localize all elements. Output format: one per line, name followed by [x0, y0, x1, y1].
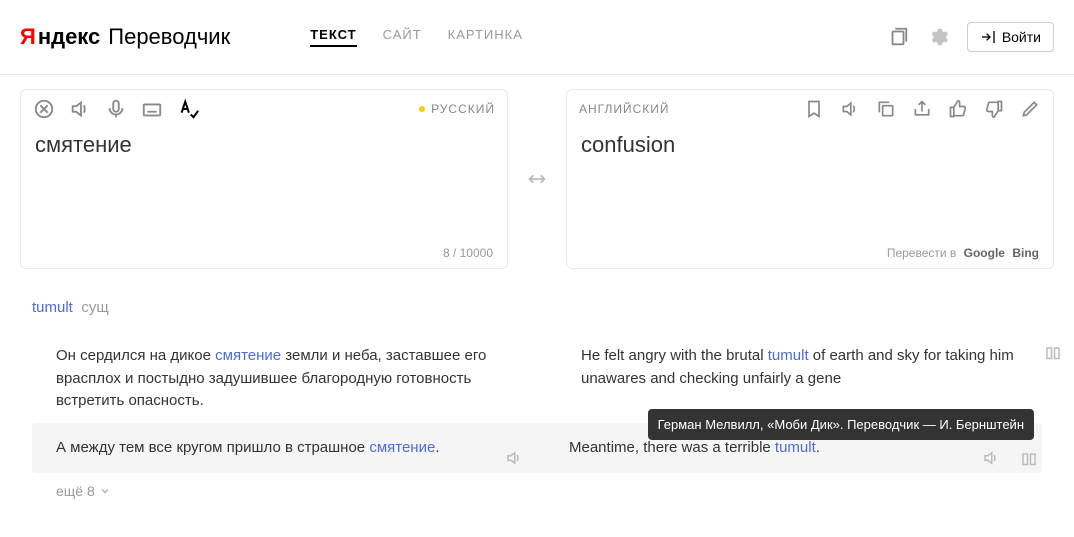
spellcheck-icon[interactable]	[177, 98, 199, 120]
logo-sub: Переводчик	[108, 24, 230, 50]
dict-head: tumult сущ	[32, 299, 1042, 317]
ext-label: Перевести в	[887, 246, 956, 260]
keyword: tumult	[775, 439, 816, 456]
mode-tabs: ТЕКСТ САЙТ КАРТИНКА	[310, 27, 523, 47]
thumbs-down-icon[interactable]	[983, 98, 1005, 120]
source-input[interactable]: смятение	[21, 128, 507, 172]
dict-headword[interactable]: tumult	[32, 299, 73, 316]
examples: Он сердился на дикое смятение земли и не…	[32, 335, 1042, 499]
dict-pos: сущ	[81, 299, 108, 316]
bing-link[interactable]: Bing	[1012, 246, 1039, 260]
source-lang-label: РУССКИЙ	[431, 102, 495, 116]
source-tooltip: Герман Мелвилл, «Моби Дик». Переводчик —…	[648, 409, 1034, 441]
google-link[interactable]: Google	[964, 246, 1005, 260]
microphone-icon[interactable]	[105, 98, 127, 120]
edit-icon[interactable]	[1019, 98, 1041, 120]
external-links: Перевести в Google Bing	[887, 246, 1039, 260]
example-target: He felt angry with the brutal tumult of …	[557, 345, 1042, 413]
book-icon[interactable]	[1044, 345, 1062, 363]
char-counter: 8 / 10000	[443, 246, 493, 260]
auto-detect-dot	[419, 106, 425, 112]
clear-icon[interactable]	[33, 98, 55, 120]
tab-image[interactable]: КАРТИНКА	[448, 27, 523, 47]
source-pane: РУССКИЙ смятение 8 / 10000	[20, 89, 508, 269]
target-toolbar: АНГЛИЙСКИЙ	[567, 90, 1053, 128]
example-target: Meantime, there was a terrible tumult. Г…	[557, 437, 1030, 460]
collections-icon[interactable]	[887, 26, 909, 48]
logo-rest: ндекс	[38, 24, 100, 50]
chevron-down-icon	[99, 485, 111, 497]
copy-icon[interactable]	[875, 98, 897, 120]
show-more-button[interactable]: ещё 8	[56, 483, 1042, 499]
share-icon[interactable]	[911, 98, 933, 120]
app-header: Яндекс Переводчик ТЕКСТ САЙТ КАРТИНКА Во…	[0, 0, 1074, 75]
target-output: confusion	[567, 128, 1053, 172]
target-pane: АНГЛИЙСКИЙ confusion Перевести в Google …	[566, 89, 1054, 269]
example-source: А между тем все кругом пришло в страшное…	[44, 437, 517, 460]
login-label: Войти	[1002, 29, 1041, 45]
speaker-icon[interactable]	[69, 98, 91, 120]
settings-icon[interactable]	[927, 26, 949, 48]
bookmark-icon[interactable]	[803, 98, 825, 120]
keyword: tumult	[768, 347, 809, 364]
logo-ya: Я	[20, 24, 36, 50]
target-lang-label: АНГЛИЙСКИЙ	[579, 102, 670, 116]
example-source: Он сердился на дикое смятение земли и не…	[32, 345, 517, 413]
tab-text[interactable]: ТЕКСТ	[310, 27, 356, 47]
swap-languages-button[interactable]	[526, 168, 548, 190]
header-actions: Войти	[887, 22, 1054, 52]
source-lang-selector[interactable]: РУССКИЙ	[419, 102, 495, 116]
thumbs-up-icon[interactable]	[947, 98, 969, 120]
book-icon[interactable]	[1020, 451, 1038, 469]
speaker-icon[interactable]	[839, 98, 861, 120]
example-row: А между тем все кругом пришло в страшное…	[32, 423, 1042, 474]
keyboard-icon[interactable]	[141, 98, 163, 120]
logo[interactable]: Яндекс Переводчик	[20, 24, 230, 50]
login-button[interactable]: Войти	[967, 22, 1054, 52]
speaker-icon[interactable]	[982, 449, 1000, 467]
speaker-icon[interactable]	[505, 449, 523, 467]
keyword: смятение	[369, 439, 435, 456]
source-toolbar: РУССКИЙ	[21, 90, 507, 128]
target-lang-selector[interactable]: АНГЛИЙСКИЙ	[579, 102, 670, 116]
tab-site[interactable]: САЙТ	[383, 27, 422, 47]
dictionary-section: tumult сущ Он сердился на дикое смятение…	[0, 269, 1074, 519]
keyword: смятение	[215, 347, 281, 364]
translation-area: РУССКИЙ смятение 8 / 10000 АНГЛИЙСКИЙ co…	[0, 75, 1074, 269]
